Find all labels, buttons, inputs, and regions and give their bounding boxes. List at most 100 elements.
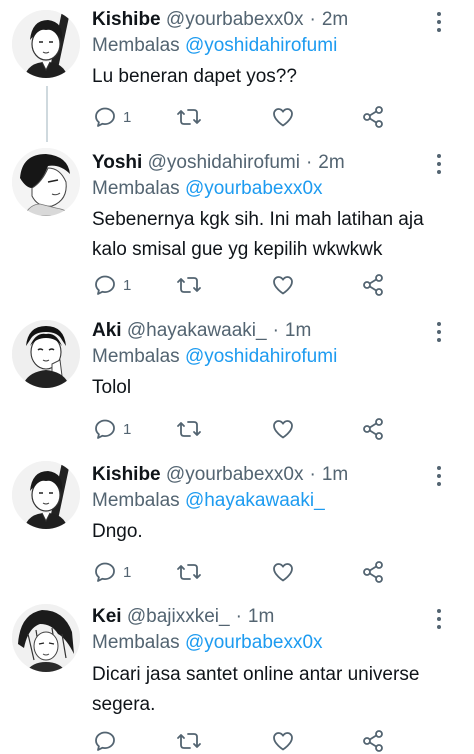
avatar-kishibe-icon (12, 10, 80, 78)
separator-dot: · (272, 320, 279, 341)
share-icon (363, 274, 383, 296)
like-button[interactable] (271, 272, 295, 298)
more-options-icon[interactable] (430, 152, 448, 176)
reply-count: 1 (123, 420, 132, 438)
retweet-button[interactable] (176, 104, 202, 130)
avatar-yoshi-icon (12, 148, 80, 216)
reply-to-handle[interactable]: @yourbabexx0x (185, 178, 323, 199)
more-options-icon[interactable] (430, 607, 448, 631)
more-options-icon[interactable] (430, 464, 448, 488)
reply-to-handle[interactable]: @hayakawaaki_ (185, 490, 325, 511)
tweet-text: Dngo. (92, 521, 143, 542)
like-button[interactable] (271, 559, 295, 585)
display-name[interactable]: Kishibe (92, 464, 161, 485)
avatar-kei-icon (12, 604, 80, 672)
more-options-icon[interactable] (430, 10, 448, 34)
reply-count: 1 (123, 276, 132, 294)
reply-context: Membalas @yourbabexx0x (92, 630, 323, 656)
like-button[interactable] (271, 416, 295, 442)
share-button[interactable] (361, 728, 385, 754)
retweet-icon (177, 109, 201, 125)
avatar[interactable] (12, 604, 80, 672)
tweet-header: Kishibe @yourbabexx0x · 1m (92, 462, 348, 488)
tweet[interactable]: Aki @hayakawaaki_ · 1m Membalas @yoshidahi… (0, 312, 474, 456)
tweet-text: Sebenernya kgk sih. Ini mah latihan aja … (92, 209, 424, 260)
tweet-header: Yoshi @yoshidahirofumi · 2m (92, 150, 345, 176)
timestamp[interactable]: 2m (322, 9, 348, 30)
reply-icon (95, 562, 115, 582)
reply-icon (95, 107, 115, 127)
reply-count: 1 (123, 108, 132, 126)
user-handle[interactable]: @hayakawaaki_ (127, 320, 267, 341)
avatar[interactable] (12, 10, 80, 78)
reply-prefix: Membalas (92, 346, 180, 367)
separator-dot: · (235, 606, 242, 627)
user-handle[interactable]: @yourbabexx0x (166, 464, 304, 485)
share-icon (363, 418, 383, 440)
tweet-text: Lu beneran dapet yos?? (92, 66, 297, 87)
timestamp[interactable]: 2m (318, 152, 344, 173)
display-name[interactable]: Yoshi (92, 152, 142, 173)
user-handle[interactable]: @yourbabexx0x (166, 9, 304, 30)
heart-icon (273, 420, 293, 439)
avatar[interactable] (12, 461, 80, 529)
tweet[interactable]: Kishibe @yourbabexx0x · 1m Membalas @hayak… (0, 456, 474, 598)
share-icon (363, 561, 383, 583)
reply-context: Membalas @hayakawaaki_ (92, 488, 325, 514)
separator-dot: · (305, 152, 313, 173)
heart-icon (273, 276, 293, 295)
like-button[interactable] (271, 728, 295, 754)
avatar-aki-icon (12, 320, 80, 388)
reply-prefix: Membalas (92, 632, 180, 653)
reply-icon (95, 419, 115, 439)
tweet-header: Kishibe @yourbabexx0x · 2m (92, 7, 348, 33)
share-button[interactable] (361, 104, 385, 130)
more-options-icon[interactable] (430, 320, 448, 344)
reply-to-handle[interactable]: @yoshidahirofumi (185, 346, 337, 367)
heart-icon (273, 732, 293, 751)
tweet-header: Aki @hayakawaaki_ · 1m (92, 318, 311, 344)
reply-button[interactable]: 1 (93, 272, 131, 298)
reply-to-handle[interactable]: @yourbabexx0x (185, 632, 323, 653)
timestamp[interactable]: 1m (248, 606, 274, 627)
reply-context: Membalas @yoshidahirofumi (92, 344, 337, 370)
retweet-icon (177, 733, 201, 749)
share-icon (363, 106, 383, 128)
user-handle[interactable]: @bajixxkei_ (127, 606, 230, 627)
avatar[interactable] (12, 148, 80, 216)
tweet[interactable]: Kei @bajixxkei_ · 1m Membalas @yourbabexx0… (0, 598, 474, 753)
reply-prefix: Membalas (92, 490, 180, 511)
reply-button[interactable]: 1 (93, 416, 131, 442)
tweet[interactable]: Kishibe @yourbabexx0x · 2m Membalas @yoshi… (0, 0, 474, 144)
display-name[interactable]: Kei (92, 606, 122, 627)
display-name[interactable]: Kishibe (92, 9, 161, 30)
user-handle[interactable]: @yoshidahirofumi (148, 152, 300, 173)
reply-to-handle[interactable]: @yoshidahirofumi (185, 35, 337, 56)
heart-icon (273, 108, 293, 127)
timestamp[interactable]: 1m (322, 464, 348, 485)
retweet-button[interactable] (176, 272, 202, 298)
retweet-button[interactable] (176, 728, 202, 754)
avatar-kishibe-icon (12, 461, 80, 529)
avatar[interactable] (12, 320, 80, 388)
reply-prefix: Membalas (92, 35, 180, 56)
retweet-button[interactable] (176, 416, 202, 442)
retweet-icon (177, 421, 201, 437)
share-button[interactable] (361, 416, 385, 442)
like-button[interactable] (271, 104, 295, 130)
tweet-text: Dicari jasa santet online antar universe… (92, 664, 420, 715)
display-name[interactable]: Aki (92, 320, 122, 341)
reply-icon (95, 275, 115, 295)
share-button[interactable] (361, 559, 385, 585)
retweet-icon (177, 564, 201, 580)
reply-button[interactable]: 1 (93, 104, 131, 130)
separator-dot: · (309, 464, 316, 485)
heart-icon (273, 563, 293, 582)
reply-button[interactable] (93, 728, 123, 754)
timestamp[interactable]: 1m (285, 320, 311, 341)
reply-context: Membalas @yoshidahirofumi (92, 33, 337, 59)
tweet[interactable]: Yoshi @yoshidahirofumi · 2m Membalas @your… (0, 144, 474, 312)
reply-button[interactable]: 1 (93, 559, 131, 585)
share-button[interactable] (361, 272, 385, 298)
retweet-button[interactable] (176, 559, 202, 585)
